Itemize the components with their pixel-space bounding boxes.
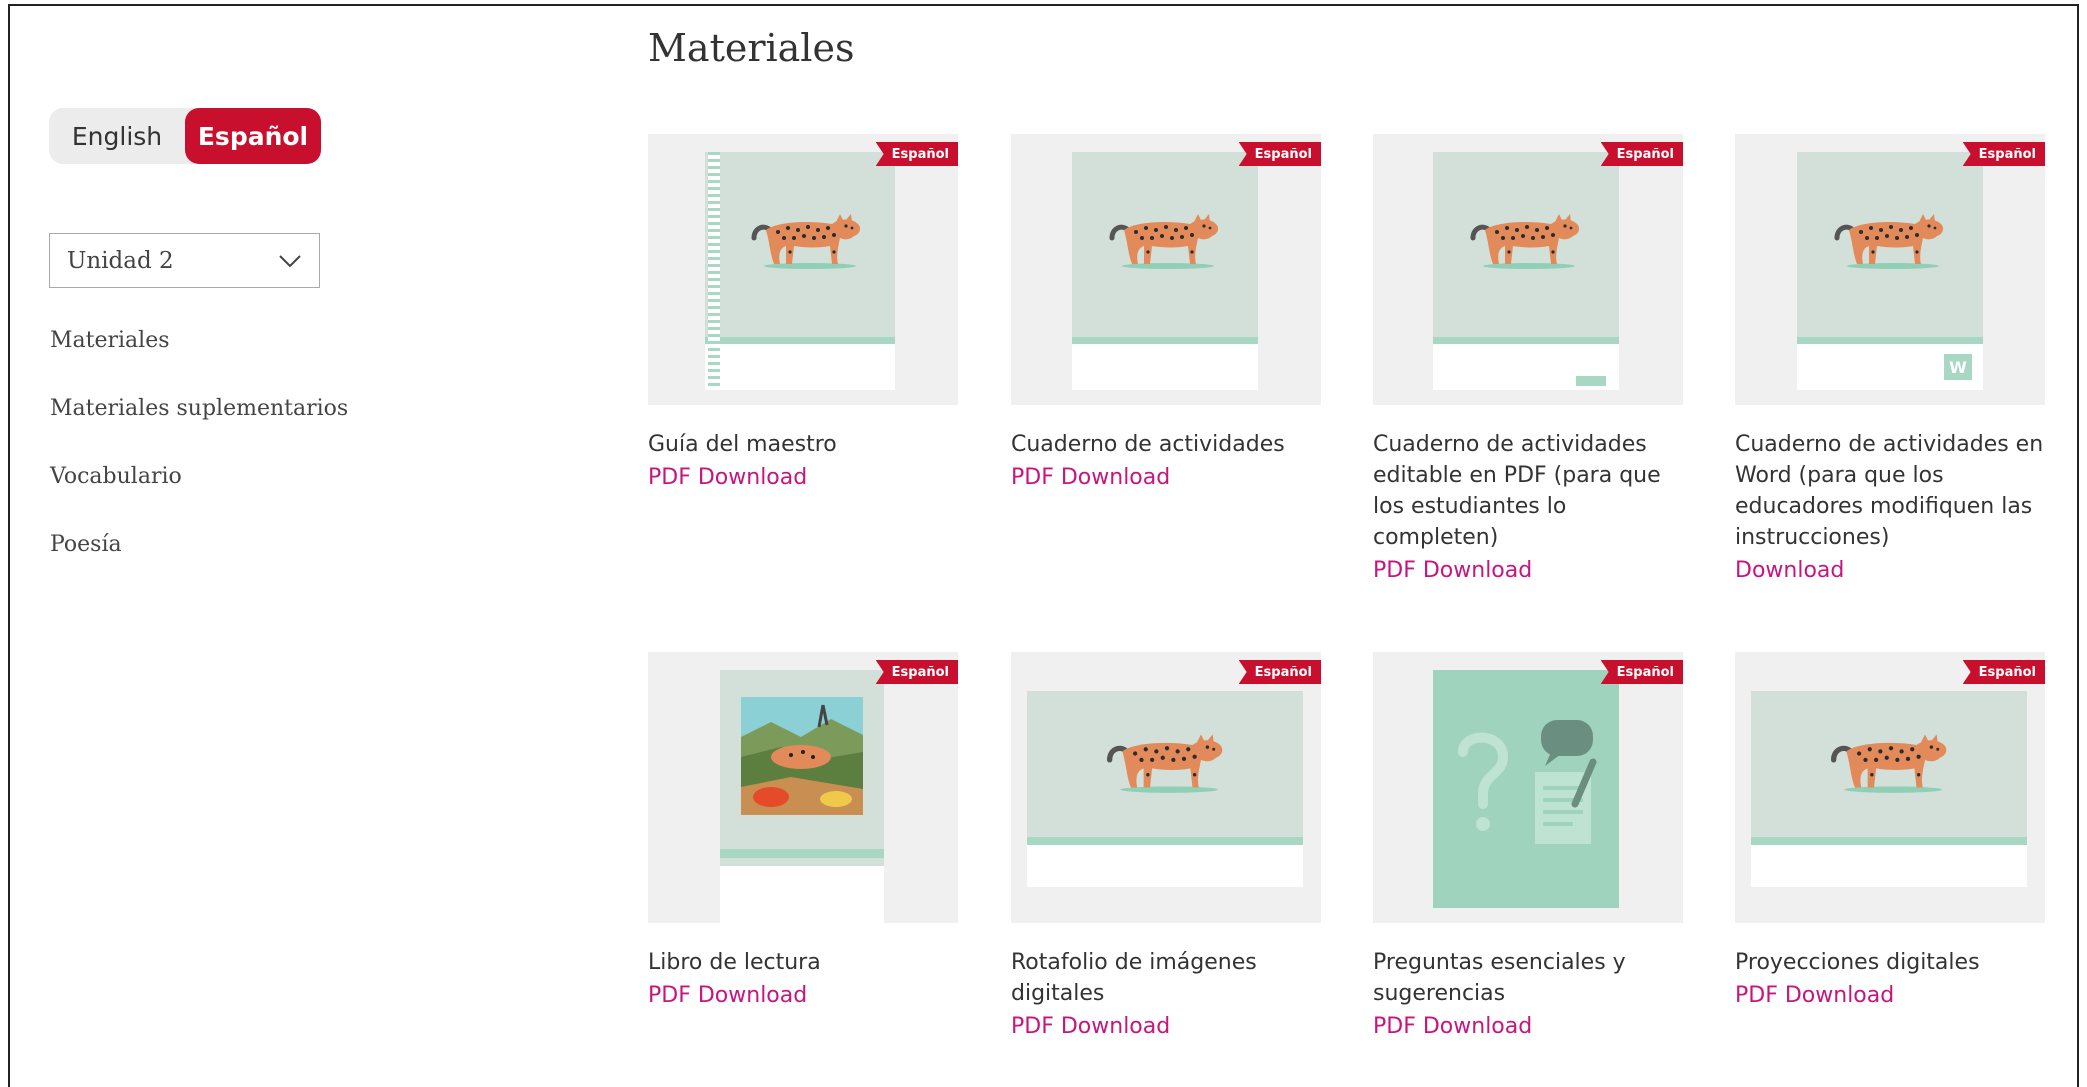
projections-cover[interactable]: Español [1735,652,2045,923]
material-card: Español Libro de lectura PDF Download [648,652,958,1008]
language-spanish-button[interactable]: Español [185,108,321,164]
chevron-down-icon [279,254,301,267]
pdf-download-link[interactable]: PDF Download [1735,983,2045,1008]
jaguar-icon [1831,208,1951,272]
jaguar-icon [748,208,868,272]
download-link[interactable]: Download [1735,558,2045,583]
material-title: Guía del maestro [648,432,837,457]
pdf-download-link[interactable]: PDF Download [648,983,958,1008]
spanish-badge: Español [1962,142,2045,166]
jaguar-icon [1827,728,1955,796]
material-card: Español Cuaderno de actividades editable… [1373,134,1683,583]
word-icon: W [1944,354,1972,380]
material-card: Español Rotafolio de imágenes digitales … [1011,652,1321,1039]
pdf-download-link[interactable]: PDF Download [1373,1014,1683,1039]
activity-book-cover[interactable]: Español [1011,134,1321,405]
teacher-guide-cover[interactable]: Español [648,134,958,405]
unit-select[interactable]: Unidad 2 [49,233,320,288]
material-title: Preguntas esenciales y sugerencias [1373,950,1626,1006]
pdf-download-link[interactable]: PDF Download [648,465,958,490]
material-title: Proyecciones digitales [1735,950,1980,975]
material-title: Cuaderno de actividades en Word (para qu… [1735,432,2044,550]
material-card: Español Preguntas esenciales y sugerenci… [1373,652,1683,1039]
spanish-badge: Español [1962,660,2045,684]
material-title: Libro de lectura [648,950,821,975]
material-card: W Español Cuaderno de actividades en Wor… [1735,134,2045,583]
word-doc-cover[interactable]: W Español [1735,134,2045,405]
material-title: Cuaderno de actividades editable en PDF … [1373,432,1661,550]
language-toggle: English Español [49,108,321,164]
questions-icon [1458,720,1597,844]
page-title: Materiales [648,26,855,70]
reader-illustration [741,697,863,815]
flip-book-cover[interactable]: Español [1011,652,1321,923]
material-card: Español Proyecciones digitales PDF Downl… [1735,652,2045,1008]
material-title: Cuaderno de actividades [1011,432,1285,457]
pdf-download-link[interactable]: PDF Download [1011,1014,1321,1039]
language-english-button[interactable]: English [49,108,185,164]
editable-pdf-cover[interactable]: Español [1373,134,1683,405]
spanish-badge: Español [875,142,958,166]
sidebar-item-materiales-suplementarios[interactable]: Materiales suplementarios [50,396,348,421]
sidebar-item-vocabulario[interactable]: Vocabulario [50,464,182,489]
material-card: Español Cuaderno de actividades PDF Down… [1011,134,1321,490]
pdf-download-link[interactable]: PDF Download [1011,465,1321,490]
spanish-badge: Español [1238,660,1321,684]
material-title: Rotafolio de imágenes digitales [1011,950,1257,1006]
spanish-badge: Español [1600,142,1683,166]
jaguar-icon [1106,208,1226,272]
sidebar-item-poesia[interactable]: Poesía [50,532,122,557]
spanish-badge: Español [1238,142,1321,166]
questions-cover[interactable]: Español [1373,652,1683,923]
spanish-badge: Español [1600,660,1683,684]
reader-cover[interactable]: Español [648,652,958,923]
jaguar-icon [1103,728,1231,796]
pdf-download-link[interactable]: PDF Download [1373,558,1683,583]
material-card: Español Guía del maestro PDF Download [648,134,958,490]
jaguar-icon [1467,208,1587,272]
unit-select-value: Unidad 2 [67,247,174,274]
spanish-badge: Español [875,660,958,684]
sidebar-item-materiales[interactable]: Materiales [50,328,170,353]
